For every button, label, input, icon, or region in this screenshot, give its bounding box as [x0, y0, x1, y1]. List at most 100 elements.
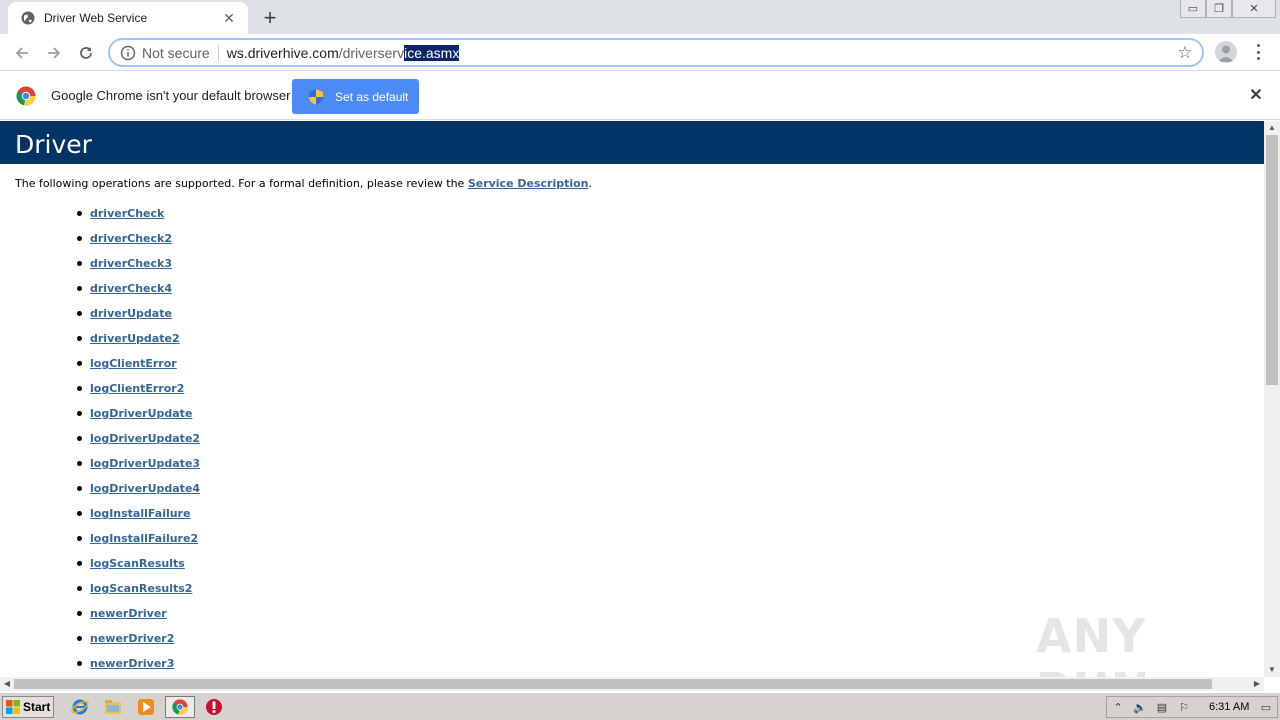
list-bullet	[77, 411, 82, 416]
operation-item: newerDriver3	[77, 651, 200, 676]
bookmark-star-icon[interactable]: ☆	[1176, 44, 1194, 62]
uac-shield-icon	[309, 88, 323, 105]
scroll-right-icon[interactable]: ▶	[1250, 677, 1264, 691]
web-page: Driver The following operations are supp…	[0, 121, 1264, 677]
list-bullet	[77, 336, 82, 341]
start-button[interactable]: Start	[2, 696, 54, 718]
back-button[interactable]	[9, 40, 35, 66]
url-path: /driverserv	[338, 44, 405, 61]
antivirus-icon[interactable]	[203, 697, 225, 717]
intro-suffix: .	[588, 177, 593, 190]
tab-strip: Driver Web Service ✕ + ▭ ❐ ✕	[0, 0, 1280, 34]
tab-close-icon[interactable]: ✕	[220, 9, 238, 27]
operation-item: logScanResults	[77, 551, 200, 576]
explorer-icon[interactable]	[102, 697, 124, 717]
url-text[interactable]: ws.driverhive.com/driverservice.asmx	[226, 44, 460, 61]
chrome-menu-button[interactable]	[1250, 42, 1266, 62]
operation-link[interactable]: logScanResults	[90, 557, 185, 570]
operation-link[interactable]: driverUpdate2	[90, 332, 180, 345]
ie-icon[interactable]	[69, 697, 91, 717]
operation-item: logScanResults2	[77, 576, 200, 601]
list-bullet	[77, 211, 82, 216]
list-bullet	[77, 611, 82, 616]
default-browser-infobar: Google Chrome isn't your default browser…	[0, 72, 1280, 120]
operation-link[interactable]: logScanResults2	[90, 582, 192, 595]
list-bullet	[77, 661, 82, 666]
operations-list: driverCheck driverCheck2 driverCheck3 drive…	[77, 201, 200, 676]
operation-link[interactable]: newerDriver2	[90, 632, 174, 645]
security-label: Not secure	[142, 44, 219, 61]
operation-item: driverCheck4	[77, 276, 200, 301]
tab-title: Driver Web Service	[44, 11, 148, 25]
list-bullet	[77, 311, 82, 316]
restore-button[interactable]: ❐	[1206, 0, 1232, 18]
operation-link[interactable]: logDriverUpdate	[90, 407, 192, 420]
action-center-flag-icon[interactable]: ⚐	[1173, 698, 1195, 716]
reload-button[interactable]	[73, 40, 99, 66]
media-player-icon[interactable]	[135, 697, 157, 717]
list-bullet	[77, 261, 82, 266]
browser-tab[interactable]: Driver Web Service ✕	[8, 2, 248, 34]
operation-link[interactable]: driverCheck4	[90, 282, 172, 295]
set-as-default-button[interactable]: Set as default	[292, 79, 419, 114]
scroll-left-icon[interactable]: ◀	[0, 677, 14, 691]
url-host: ws.driverhive.com	[226, 44, 339, 61]
operation-link[interactable]: logDriverUpdate2	[90, 432, 200, 445]
operation-link[interactable]: driverUpdate	[90, 307, 172, 320]
operation-link[interactable]: newerDriver3	[90, 657, 174, 670]
operation-link[interactable]: driverCheck	[90, 207, 164, 220]
list-bullet	[77, 511, 82, 516]
operation-link[interactable]: logClientError2	[90, 382, 184, 395]
infobar-close-icon[interactable]: ✕	[1248, 88, 1264, 104]
show-desktop-icon[interactable]: ▭	[1255, 698, 1277, 716]
operation-item: driverUpdate2	[77, 326, 200, 351]
list-bullet	[77, 561, 82, 566]
windows-flag-icon	[6, 700, 20, 714]
system-tray: ⌃ 🔈 ▤ ⚐ 6:31 AM ▭	[1106, 696, 1278, 718]
operation-link[interactable]: logDriverUpdate4	[90, 482, 200, 495]
service-description-link[interactable]: Service Description	[468, 177, 589, 190]
reload-icon	[80, 47, 92, 59]
operation-item: logInstallFailure2	[77, 526, 200, 551]
scroll-up-icon[interactable]: ▲	[1264, 121, 1280, 135]
horizontal-scroll-thumb[interactable]	[14, 679, 1212, 689]
show-hidden-icons-icon[interactable]: ⌃	[1107, 698, 1129, 716]
volume-icon[interactable]: 🔈	[1129, 698, 1151, 716]
operation-item: logDriverUpdate4	[77, 476, 200, 501]
profile-avatar[interactable]	[1215, 41, 1237, 63]
chrome-icon[interactable]	[165, 696, 195, 718]
list-bullet	[77, 436, 82, 441]
operation-item: logDriverUpdate3	[77, 451, 200, 476]
address-bar[interactable]: Not secure ws.driverhive.com/driverservi…	[108, 38, 1204, 67]
anyrun-watermark: ANY RUN	[1036, 609, 1149, 677]
operation-link[interactable]: driverCheck3	[90, 257, 172, 270]
browser-toolbar: Not secure ws.driverhive.com/driverservi…	[0, 34, 1280, 71]
person-icon	[1218, 45, 1234, 62]
operation-link[interactable]: logInstallFailure	[90, 507, 190, 520]
new-tab-button[interactable]: +	[258, 5, 282, 30]
minimize-button[interactable]: ▭	[1180, 0, 1206, 18]
horizontal-scrollbar[interactable]: ◀ ▶	[0, 677, 1264, 691]
operation-item: logClientError2	[77, 376, 200, 401]
operation-link[interactable]: logDriverUpdate3	[90, 457, 200, 470]
vertical-scroll-thumb[interactable]	[1266, 135, 1278, 385]
operation-link[interactable]: logClientError	[90, 357, 177, 370]
taskbar-clock[interactable]: 6:31 AM	[1209, 701, 1255, 713]
intro-text: The following operations are supported. …	[15, 177, 592, 190]
operation-link[interactable]: newerDriver	[90, 607, 167, 620]
network-icon[interactable]: ▤	[1151, 698, 1173, 716]
operation-item: logDriverUpdate2	[77, 426, 200, 451]
info-icon[interactable]	[120, 45, 136, 61]
vertical-scrollbar[interactable]: ▲ ▼	[1264, 121, 1280, 677]
operation-link[interactable]: logInstallFailure2	[90, 532, 198, 545]
operation-link[interactable]: driverCheck2	[90, 232, 172, 245]
forward-button[interactable]	[41, 40, 67, 66]
list-bullet	[77, 286, 82, 291]
operation-item: driverUpdate	[77, 301, 200, 326]
scroll-down-icon[interactable]: ▼	[1264, 663, 1280, 677]
operation-item: driverCheck	[77, 201, 200, 226]
operation-item: logDriverUpdate	[77, 401, 200, 426]
set-as-default-label: Set as default	[335, 89, 409, 104]
list-bullet	[77, 486, 82, 491]
window-close-button[interactable]: ✕	[1232, 0, 1276, 18]
